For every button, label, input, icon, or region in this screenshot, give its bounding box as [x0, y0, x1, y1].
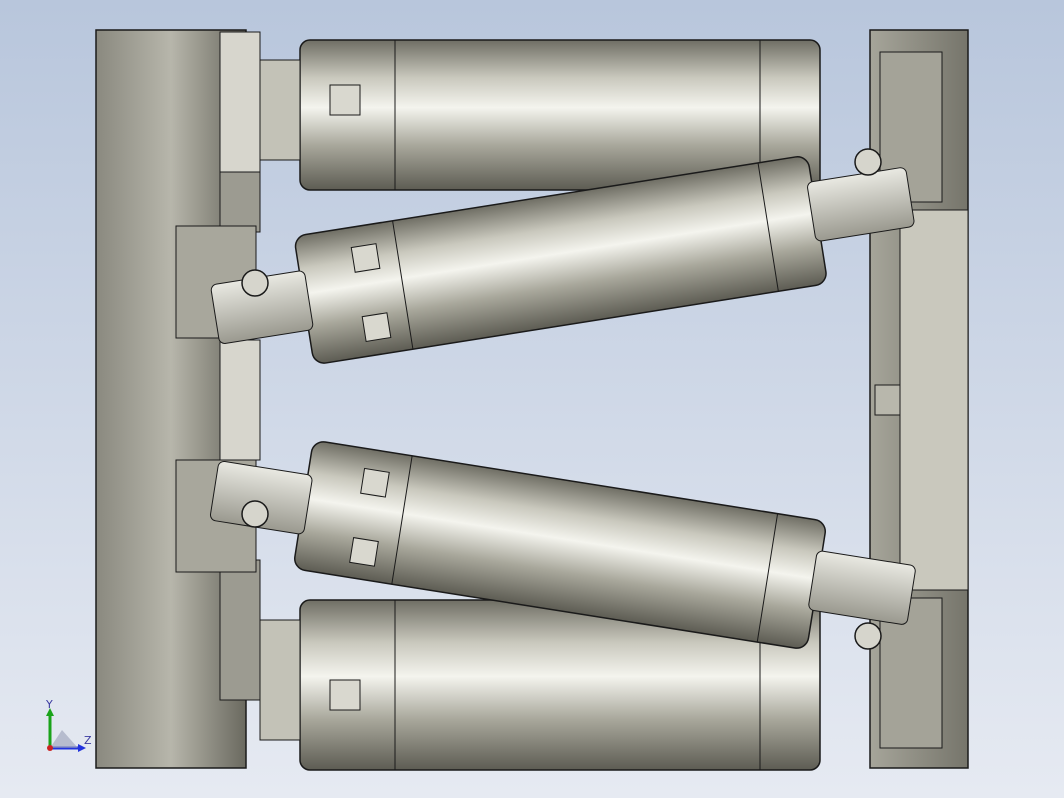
x-axis-point: [47, 745, 53, 751]
coordinate-triad: Y Z: [40, 698, 100, 760]
right-base-plate[interactable]: [869, 29, 969, 769]
assembly-model[interactable]: [0, 0, 1064, 798]
pin-upper-right: [854, 148, 882, 176]
pin-lower-left: [241, 500, 269, 528]
x-axis-plane: [50, 730, 78, 748]
pin-lower-right: [854, 622, 882, 650]
left-base-plate[interactable]: [95, 29, 261, 769]
y-axis-label: Y: [46, 698, 53, 711]
cad-viewport[interactable]: Y Z: [0, 0, 1064, 798]
pin-upper-left: [241, 269, 269, 297]
z-axis-label: Z: [84, 734, 92, 747]
